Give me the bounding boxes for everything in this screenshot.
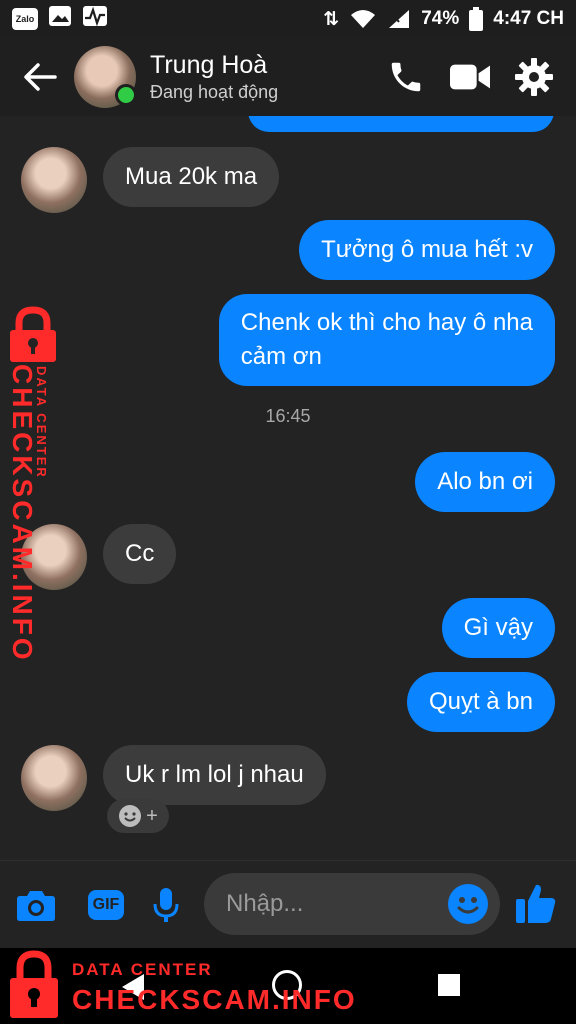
activity-icon (82, 5, 108, 33)
voice-call-button[interactable] (386, 57, 426, 97)
add-reaction-button[interactable]: + (107, 799, 169, 833)
wifi-icon (351, 10, 376, 28)
phone-icon (391, 62, 421, 92)
message-bubble-partial (248, 116, 554, 132)
sender-avatar (21, 745, 87, 811)
message-timestamp: 16:45 (265, 406, 311, 426)
message-bubble-outgoing[interactable]: Tưởng ô mua hết :v (299, 220, 555, 280)
watermark-lock-icon (10, 950, 58, 1018)
thumbs-up-icon (516, 884, 556, 923)
status-bar: Zalo ⇅ 74% 4:47 CH (0, 0, 576, 38)
watermark-subtext-vertical: DATA CENTER (34, 366, 49, 479)
message-line: Chenk ok thì cho hay ô nha (240, 309, 533, 336)
battery-percent: 74% (421, 8, 460, 29)
zalo-icon: Zalo (12, 8, 38, 30)
voice-record-button[interactable] (144, 883, 188, 927)
settings-button[interactable] (514, 57, 554, 97)
header-actions (386, 57, 554, 97)
message-bubble-outgoing[interactable]: Quỵt à bn (406, 672, 555, 732)
smiley-icon (457, 897, 479, 914)
back-arrow-icon (24, 63, 57, 91)
video-camera-icon (450, 64, 490, 90)
message-bubble-outgoing[interactable]: Gì vậy (441, 598, 555, 658)
nav-recents-button[interactable] (438, 974, 460, 996)
data-arrows-icon: ⇅ (323, 8, 340, 30)
emoji-button[interactable] (448, 884, 488, 924)
message-line: cảm ơn (240, 343, 322, 370)
camera-icon (17, 890, 55, 921)
message-bubble-incoming[interactable]: Mua 20k ma (103, 147, 280, 207)
message-list[interactable]: Mua 20k ma Tưởng ô mua hết :v Chenk ok t… (0, 116, 576, 860)
watermark-text: CHECKSCAM.INFO (72, 984, 357, 1015)
message-input[interactable] (224, 889, 438, 919)
smiley-icon (119, 805, 142, 827)
gallery-icon (48, 5, 72, 33)
message-bubble-outgoing[interactable]: Alo bn ơi (415, 452, 555, 512)
message-bubble-incoming[interactable]: Cc (103, 524, 177, 584)
clock: 4:47 CH (493, 8, 564, 29)
status-left: Zalo (12, 5, 108, 33)
battery-icon (469, 7, 484, 31)
gear-icon (515, 58, 553, 96)
message-bubble-incoming[interactable]: Uk r lm lol j nhau (103, 745, 326, 805)
back-button[interactable] (20, 57, 60, 97)
watermark-lock-icon (10, 306, 56, 362)
online-indicator (115, 84, 137, 106)
microphone-icon (153, 887, 179, 922)
message-bubble-outgoing[interactable]: Chenk ok thì cho hay ô nha cảm ơn (218, 294, 555, 386)
watermark-subtext: DATA CENTER (72, 960, 213, 979)
plus-icon: + (146, 804, 158, 827)
signal-icon (389, 10, 410, 28)
status-right: ⇅ 74% 4:47 CH (323, 7, 564, 31)
contact-status: Đang hoạt động (150, 82, 279, 102)
video-call-button[interactable] (450, 57, 490, 97)
camera-button[interactable] (14, 883, 58, 927)
gif-button[interactable]: GIF (84, 883, 128, 927)
like-button[interactable] (514, 881, 558, 925)
sender-avatar (21, 147, 87, 213)
chat-header: Trung Hoà Đang hoạt động (0, 38, 576, 116)
message-composer: GIF (0, 860, 576, 948)
gif-icon: GIF (88, 889, 124, 920)
contact-name: Trung Hoà (150, 51, 268, 79)
contact-avatar[interactable] (74, 46, 137, 108)
message-input-container[interactable] (204, 873, 500, 935)
contact-title[interactable]: Trung Hoà Đang hoạt động (150, 50, 386, 104)
